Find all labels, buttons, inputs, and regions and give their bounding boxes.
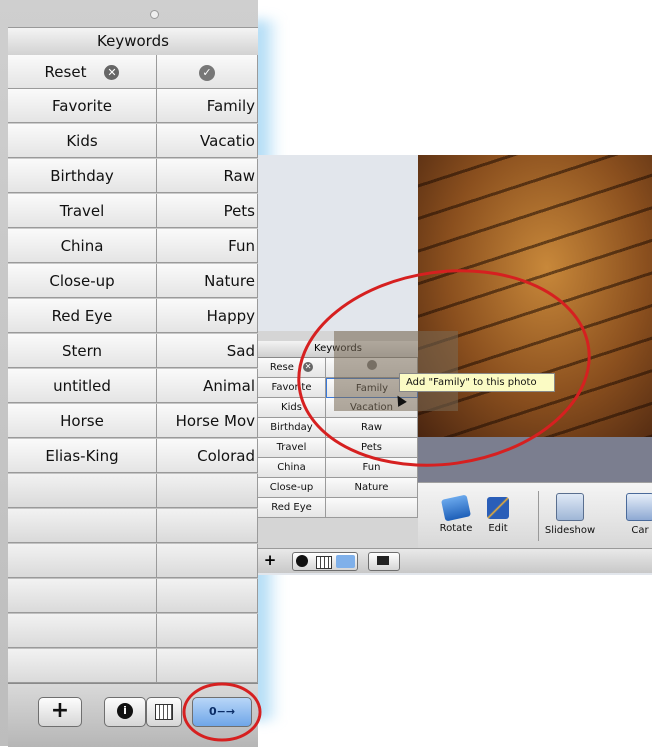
- highlight-circle-small: [182, 682, 262, 742]
- highlight-circle-large: [297, 269, 591, 467]
- annotation-overlay: [182, 269, 591, 742]
